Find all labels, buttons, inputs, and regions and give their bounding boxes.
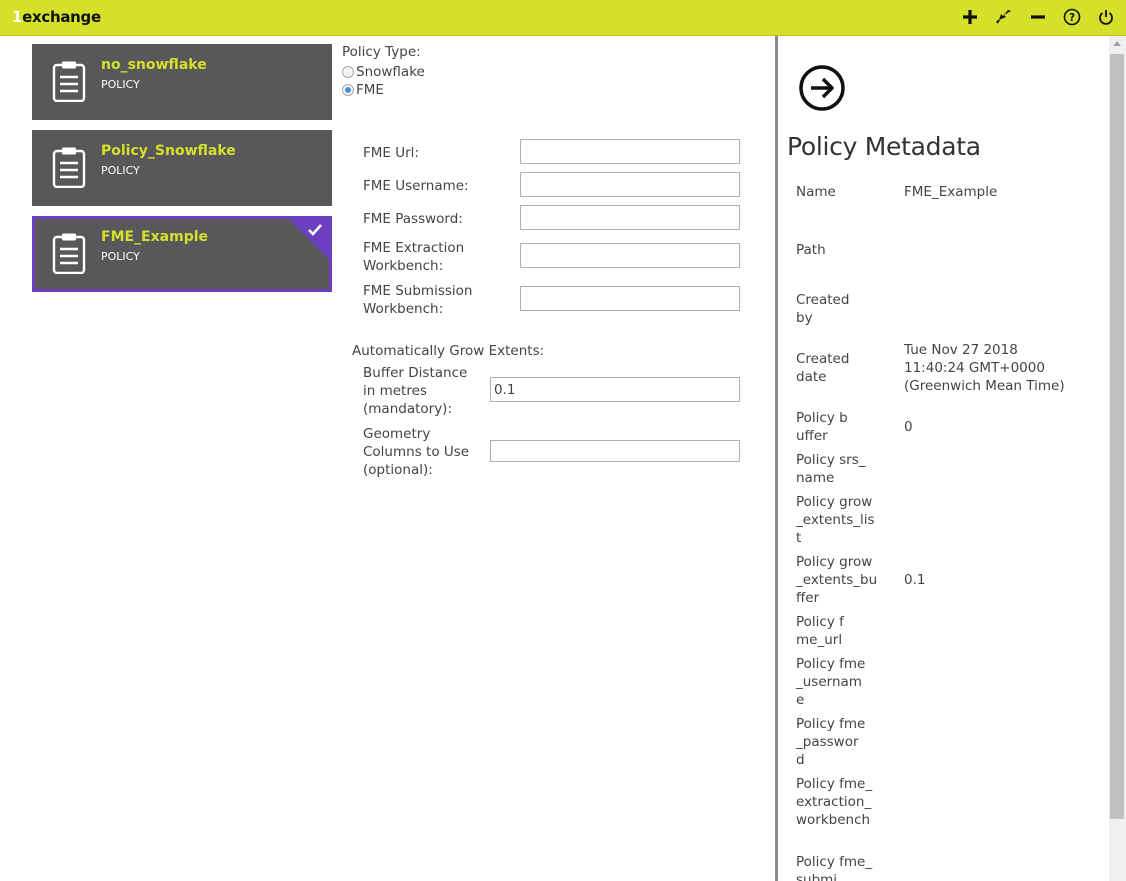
geometry-columns-input[interactable] (490, 440, 740, 462)
top-bar: 1exchange ? (0, 0, 1126, 36)
meta-key: Policy fme_password (796, 716, 866, 768)
policy-type-label: Policy Type: (342, 44, 421, 60)
radio-button[interactable] (342, 66, 354, 78)
vertical-scrollbar[interactable] (1109, 36, 1126, 881)
arrow-right-circle-icon[interactable] (798, 64, 846, 116)
meta-key: Policy grow_extents_buffer (796, 554, 878, 606)
fme-url-label: FME Url: (363, 145, 419, 161)
fme-extraction-input[interactable] (520, 243, 740, 268)
meta-key: Policy srs_name (796, 452, 866, 486)
fme-password-label: FME Password: (363, 211, 463, 227)
import-icon[interactable] (994, 6, 1014, 28)
selected-check-icon (289, 219, 329, 259)
meta-key: Policy grow_extents_list (796, 494, 875, 546)
grow-extents-label: Automatically Grow Extents: (352, 343, 545, 359)
help-icon[interactable]: ? (1062, 6, 1082, 28)
clipboard-icon (52, 146, 86, 192)
buffer-distance-label: Buffer Distance in metres (mandatory): (363, 365, 468, 417)
policy-card-policy-snowflake[interactable]: Policy_Snowflake POLICY (32, 130, 332, 206)
metadata-panel: Policy Metadata Name FME_Example Path Cr… (778, 36, 1109, 881)
buffer-distance-input[interactable] (490, 377, 740, 402)
meta-key: Policy fme_url (796, 614, 844, 648)
meta-key: Policy buffer (796, 410, 848, 444)
radio-fme[interactable]: FME (342, 82, 384, 98)
add-icon[interactable] (960, 6, 980, 28)
policy-card-fme-example[interactable]: FME_Example POLICY (32, 216, 332, 292)
meta-key: Policy fme_username (796, 656, 866, 708)
radio-label: Snowflake (356, 64, 425, 80)
scroll-up-arrow-icon[interactable] (1113, 41, 1121, 46)
svg-text:?: ? (1069, 12, 1075, 24)
fme-password-input[interactable] (520, 205, 740, 230)
app-logo: 1exchange (12, 8, 101, 26)
meta-key: Name (796, 184, 836, 200)
meta-value: Tue Nov 27 2018 11:40:24 GMT+0000 (Green… (904, 342, 1065, 394)
policy-type: POLICY (101, 164, 140, 177)
meta-value: 0 (904, 419, 913, 435)
fme-submission-label: FME Submission Workbench: (363, 283, 473, 317)
meta-key: Created by (796, 292, 850, 326)
fme-submission-input[interactable] (520, 286, 740, 311)
radio-button[interactable] (342, 84, 354, 96)
meta-key: Path (796, 242, 826, 258)
policy-title: FME_Example (101, 229, 209, 245)
radio-label: FME (356, 82, 384, 98)
meta-key: Created date (796, 351, 850, 385)
policy-title: Policy_Snowflake (101, 143, 236, 159)
policy-card-no-snowflake[interactable]: no_snowflake POLICY (32, 44, 332, 120)
scroll-thumb[interactable] (1110, 54, 1124, 819)
radio-snowflake[interactable]: Snowflake (342, 64, 425, 80)
meta-value: FME_Example (904, 184, 998, 200)
fme-extraction-label: FME Extraction Workbench: (363, 240, 465, 274)
fme-username-input[interactable] (520, 172, 740, 197)
policy-title: no_snowflake (101, 57, 207, 73)
clipboard-icon (52, 232, 86, 278)
toolbar-actions: ? (960, 4, 1116, 30)
meta-value: 0.1 (904, 572, 926, 588)
policy-type: POLICY (101, 250, 140, 263)
geometry-columns-label: Geometry Columns to Use (optional): (363, 426, 470, 478)
meta-key: Policy fme_submi (796, 854, 873, 881)
clipboard-icon (52, 60, 86, 106)
remove-icon[interactable] (1028, 6, 1048, 28)
policy-type: POLICY (101, 78, 140, 91)
fme-url-input[interactable] (520, 139, 740, 164)
meta-key: Policy fme_extraction_workbench (796, 776, 873, 828)
metadata-title: Policy Metadata (787, 132, 981, 161)
power-icon[interactable] (1096, 6, 1116, 28)
fme-username-label: FME Username: (363, 178, 469, 194)
